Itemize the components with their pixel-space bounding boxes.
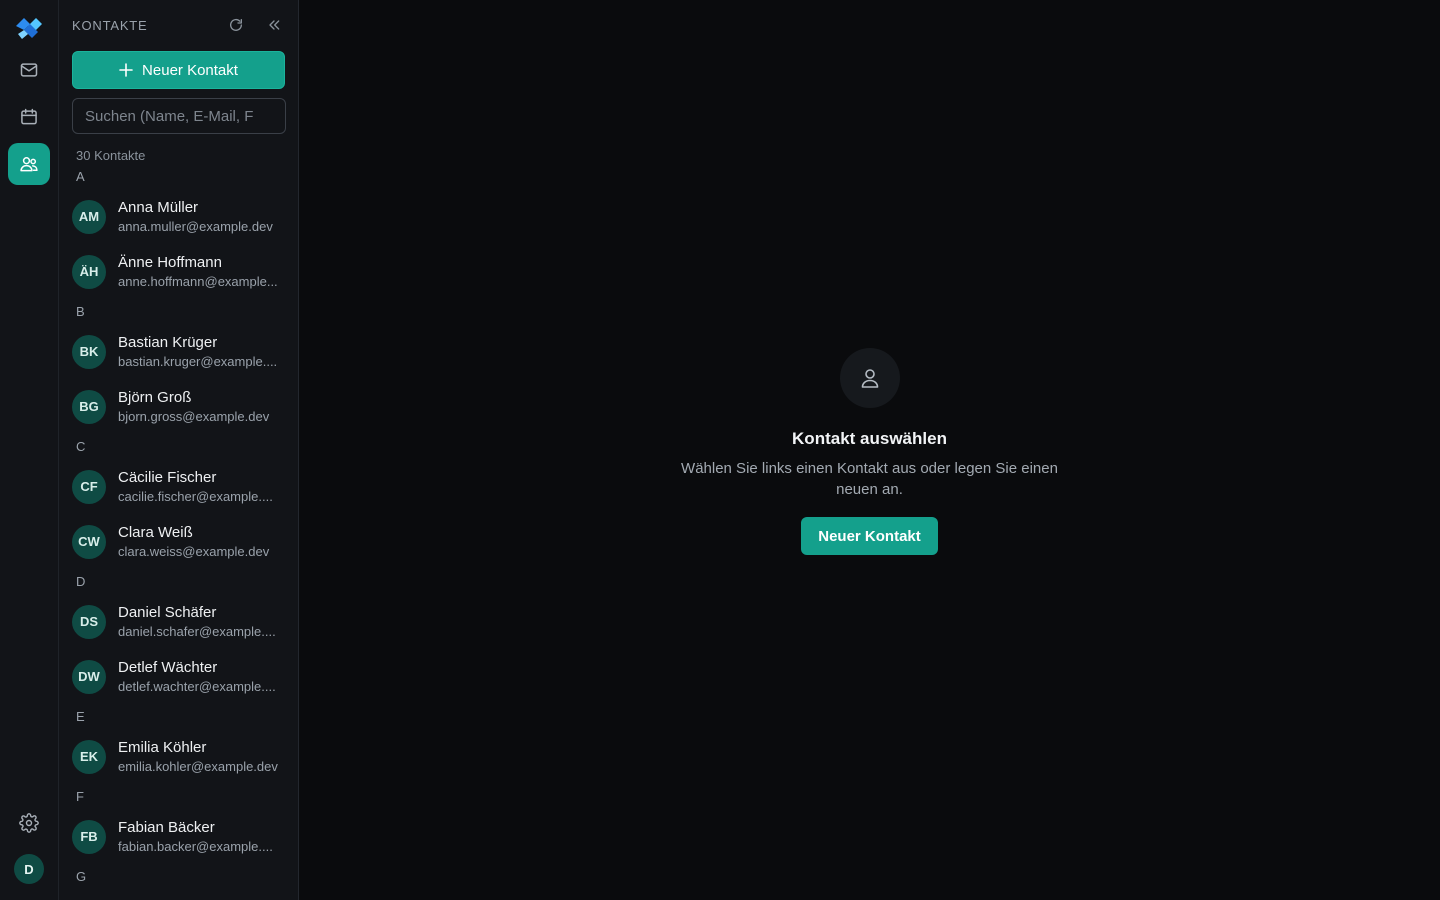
letter-header: B bbox=[76, 304, 85, 319]
new-contact-button-label: Neuer Kontakt bbox=[142, 61, 238, 79]
contact-email: bjorn.gross@example.dev bbox=[118, 409, 270, 424]
contact-avatar: ÄH bbox=[72, 254, 106, 289]
person-icon bbox=[839, 348, 900, 408]
contact-email: fabian.backer@example.... bbox=[118, 839, 273, 854]
contact-name: Clara Weiß bbox=[118, 524, 193, 541]
empty-state-text: Wählen Sie links einen Kontakt aus oder … bbox=[681, 460, 1058, 498]
letter-header: G bbox=[76, 869, 87, 884]
contact-list-item[interactable]: AM Anna Müller anna.muller@example.dev bbox=[59, 189, 298, 244]
contact-name: Daniel Schäfer bbox=[118, 604, 217, 621]
calendar-icon bbox=[19, 107, 39, 127]
contact-info: Anna Müller anna.muller@example.dev bbox=[118, 199, 286, 234]
contact-list-item[interactable]: EK Emilia Köhler emilia.kohler@example.dev bbox=[59, 729, 298, 784]
contact-email: cacilie.fischer@example.... bbox=[118, 489, 273, 504]
letter-header: F bbox=[76, 789, 84, 804]
contact-info: Björn Groß bjorn.gross@example.dev bbox=[118, 389, 286, 424]
contact-list-item[interactable]: FB Fabian Bäcker fabian.backer@example.... bbox=[59, 809, 298, 864]
contact-info: Detlef Wächter detlef.wachter@example.... bbox=[118, 659, 286, 694]
panel-tools bbox=[226, 15, 284, 35]
settings-button[interactable] bbox=[8, 802, 50, 844]
nav-rail: D bbox=[0, 0, 59, 900]
panel-header: KONTAKTE bbox=[59, 0, 298, 50]
search-input[interactable] bbox=[72, 98, 286, 134]
app-logo[interactable] bbox=[14, 14, 44, 40]
gear-icon bbox=[19, 813, 39, 833]
contact-email: bastian.kruger@example.... bbox=[118, 354, 278, 369]
contact-name: Anna Müller bbox=[118, 199, 199, 216]
plus-icon bbox=[119, 63, 133, 77]
contact-name: Bastian Krüger bbox=[118, 334, 218, 351]
letter-header: C bbox=[76, 439, 86, 454]
contact-avatar: CF bbox=[72, 469, 106, 504]
letter-header: D bbox=[76, 574, 86, 589]
contact-avatar: BK bbox=[72, 334, 106, 369]
letter-header: E bbox=[76, 709, 85, 724]
contact-avatar: FB bbox=[72, 819, 106, 854]
contact-avatar: DW bbox=[72, 659, 106, 694]
empty-state-new-contact-button[interactable]: Neuer Kontakt bbox=[801, 517, 938, 555]
app: D KONTAKTE Neuer Kontakt 30 Kontakte A AM… bbox=[0, 0, 1440, 900]
contact-info: Emilia Köhler emilia.kohler@example.dev bbox=[118, 739, 286, 774]
contact-name: Änne Hoffmann bbox=[118, 254, 222, 271]
mail-icon bbox=[19, 60, 39, 80]
contact-info: Cäcilie Fischer cacilie.fischer@example..… bbox=[118, 469, 286, 504]
contact-info: Bastian Krüger bastian.kruger@example.... bbox=[118, 334, 286, 369]
contact-email: emilia.kohler@example.dev bbox=[118, 759, 278, 774]
contact-list-item[interactable]: CF Cäcilie Fischer cacilie.fischer@example… bbox=[59, 459, 298, 514]
contact-list-item[interactable]: BK Bastian Krüger bastian.kruger@example..… bbox=[59, 324, 298, 379]
refresh-icon[interactable] bbox=[226, 15, 246, 35]
contact-list-item[interactable]: BG Björn Groß bjorn.gross@example.dev bbox=[59, 379, 298, 434]
contacts-panel: KONTAKTE Neuer Kontakt 30 Kontakte A AM An… bbox=[59, 0, 299, 900]
contact-name: Björn Groß bbox=[118, 389, 192, 406]
main-area: Kontakt auswählen Wählen Sie links einen… bbox=[299, 0, 1440, 900]
empty-state-title: Kontakt auswählen bbox=[792, 429, 947, 448]
letter-header: A bbox=[76, 169, 85, 184]
contact-list: A AM Anna Müller anna.muller@example.dev ÄH Ä… bbox=[59, 167, 298, 886]
collapse-panel-icon[interactable] bbox=[264, 15, 284, 35]
new-contact-button[interactable]: Neuer Kontakt bbox=[72, 51, 285, 89]
contact-name: Fabian Bäcker bbox=[118, 819, 215, 836]
contact-info: Fabian Bäcker fabian.backer@example.... bbox=[118, 819, 286, 854]
contact-list-item[interactable]: DS Daniel Schäfer daniel.schafer@example..… bbox=[59, 594, 298, 649]
panel-title: KONTAKTE bbox=[72, 17, 148, 33]
contact-email: clara.weiss@example.dev bbox=[118, 544, 270, 559]
contact-avatar: EK bbox=[72, 739, 106, 774]
contact-name: Emilia Köhler bbox=[118, 739, 207, 756]
contact-list-item[interactable]: DW Detlef Wächter detlef.wachter@example..… bbox=[59, 649, 298, 704]
user-avatar[interactable]: D bbox=[14, 854, 44, 884]
contact-email: anna.muller@example.dev bbox=[118, 219, 273, 234]
contact-email: detlef.wachter@example.... bbox=[118, 679, 276, 694]
nav-calendar-button[interactable] bbox=[8, 96, 50, 138]
nav-mail-button[interactable] bbox=[8, 49, 50, 91]
contact-avatar: AM bbox=[72, 199, 106, 234]
contact-list-item[interactable]: ÄH Änne Hoffmann anne.hoffmann@example... bbox=[59, 244, 298, 299]
contact-email: daniel.schafer@example.... bbox=[118, 624, 276, 639]
contact-list-item[interactable]: CW Clara Weiß clara.weiss@example.dev bbox=[59, 514, 298, 569]
contact-info: Clara Weiß clara.weiss@example.dev bbox=[118, 524, 286, 559]
contact-name: Cäcilie Fischer bbox=[118, 469, 217, 486]
nav-contacts-button[interactable] bbox=[8, 143, 50, 185]
contact-avatar: DS bbox=[72, 604, 106, 639]
contact-count: 30 Kontakte bbox=[76, 148, 146, 163]
empty-state: Kontakt auswählen Wählen Sie links einen… bbox=[299, 348, 1440, 555]
contact-avatar: BG bbox=[72, 389, 106, 424]
contacts-icon bbox=[19, 154, 39, 174]
contact-name: Detlef Wächter bbox=[118, 659, 218, 676]
contact-info: Daniel Schäfer daniel.schafer@example.... bbox=[118, 604, 286, 639]
contact-email: anne.hoffmann@example... bbox=[118, 274, 278, 289]
contact-info: Änne Hoffmann anne.hoffmann@example... bbox=[118, 254, 286, 289]
contact-avatar: CW bbox=[72, 524, 106, 559]
